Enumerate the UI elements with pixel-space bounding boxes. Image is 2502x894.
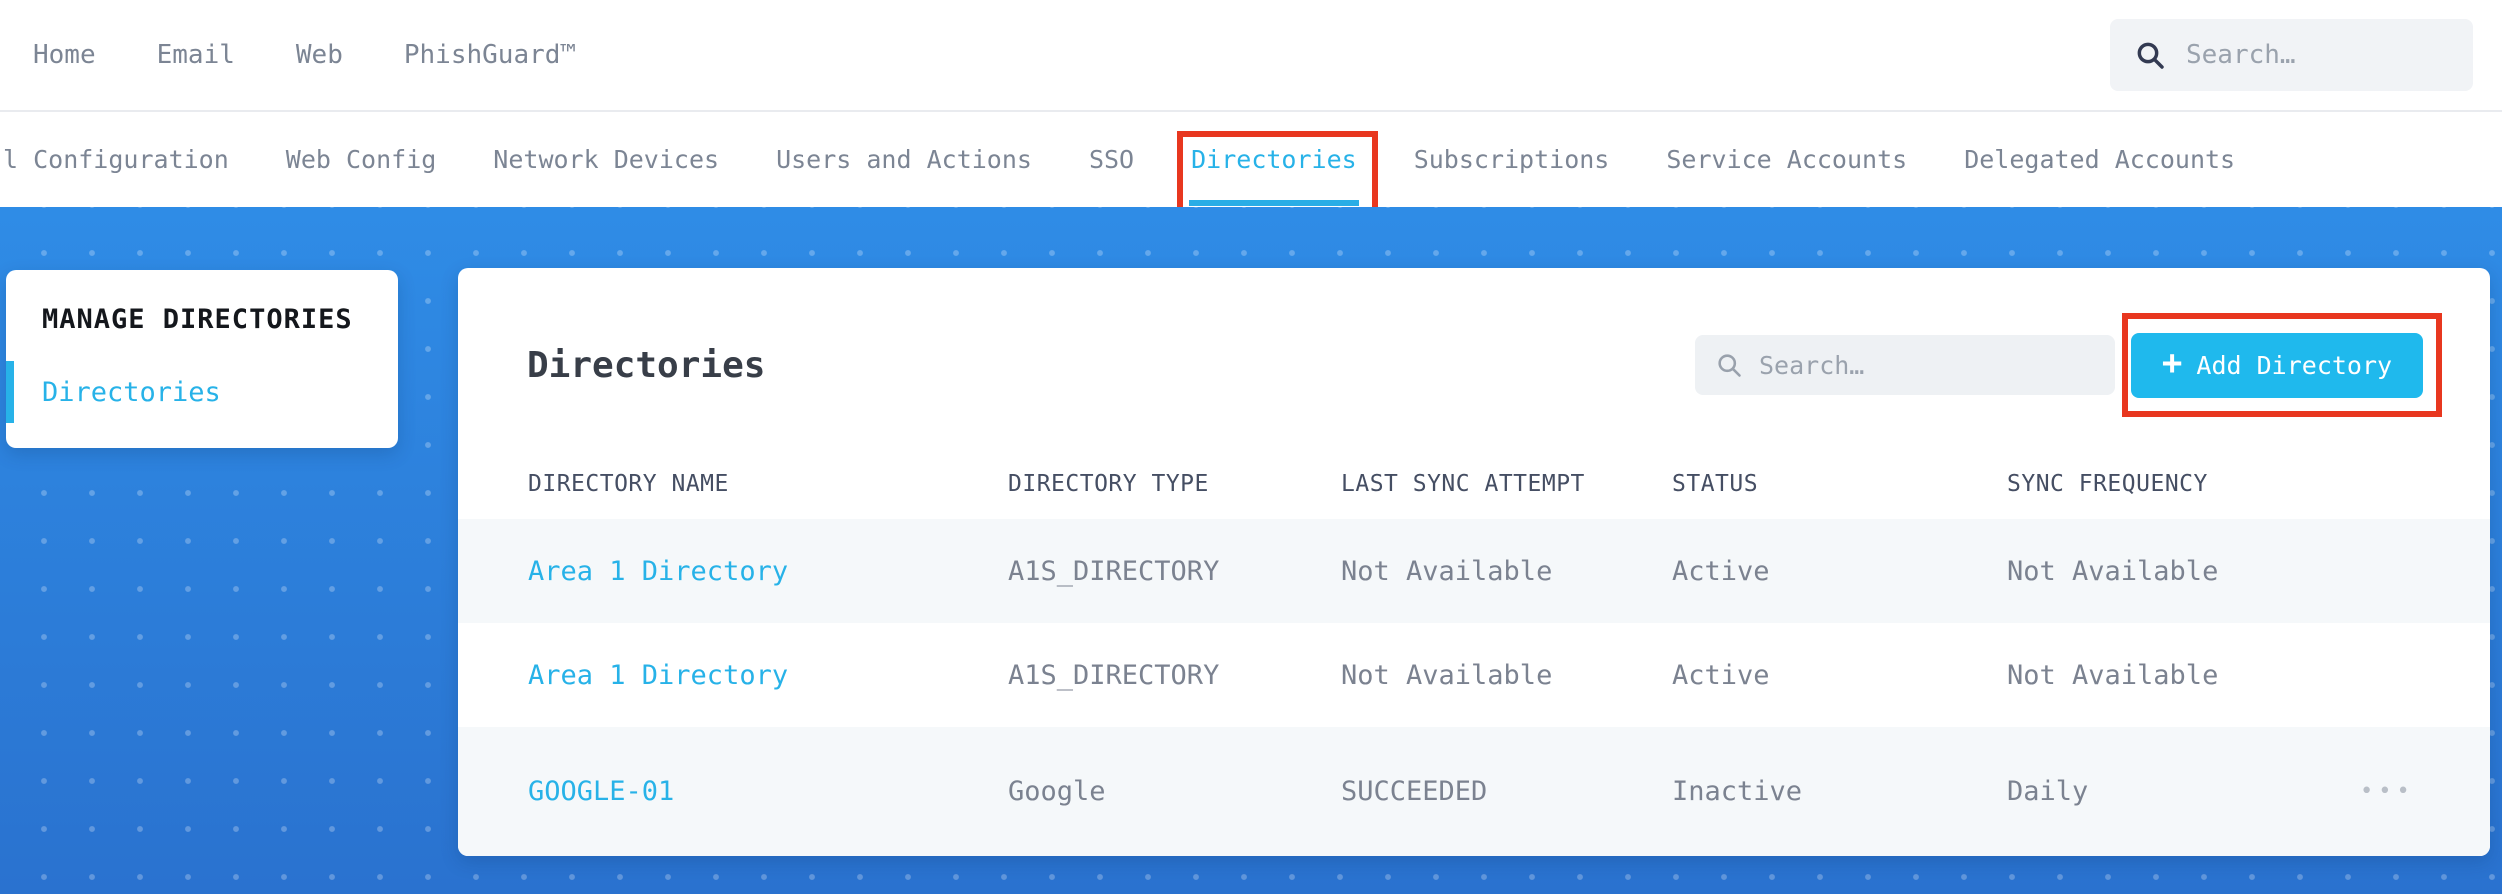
tab-subscriptions[interactable]: Subscriptions — [1414, 112, 1610, 207]
global-search-box[interactable] — [2110, 19, 2473, 91]
column-header-directory-type: DIRECTORY TYPE — [1008, 470, 1209, 497]
nav-item-phishguard[interactable]: PhishGuard™ — [404, 40, 576, 70]
column-header-last-sync-attempt: LAST SYNC ATTEMPT — [1341, 470, 1585, 497]
tab-users-and-actions[interactable]: Users and Actions — [776, 112, 1032, 207]
tab-network-devices[interactable]: Network Devices — [493, 112, 719, 207]
content-background: MANAGE DIRECTORIES Directories Directori… — [0, 207, 2502, 894]
status-cell: Active — [1672, 659, 1770, 691]
last-sync-cell: Not Available — [1341, 555, 1553, 587]
nav-item-email[interactable]: Email — [157, 40, 235, 70]
tab-email-configuration[interactable]: l Configuration — [3, 112, 229, 207]
sync-frequency-cell: Not Available — [2007, 555, 2219, 587]
column-header-status: STATUS — [1672, 470, 1759, 497]
tab-delegated-accounts[interactable]: Delegated Accounts — [1964, 112, 2235, 207]
status-cell: Inactive — [1672, 776, 1803, 807]
last-sync-cell: Not Available — [1341, 659, 1553, 691]
sync-frequency-cell: Daily — [2007, 776, 2089, 807]
panel-header: Directories + Add Directory — [458, 268, 2490, 448]
sidebar-item-directories[interactable]: Directories — [6, 361, 398, 423]
primary-nav: Home Email Web PhishGuard™ — [33, 40, 576, 70]
directory-type-cell: A1S_DIRECTORY — [1008, 659, 1220, 691]
manage-directories-card: MANAGE DIRECTORIES Directories — [6, 270, 398, 448]
search-icon — [2137, 42, 2164, 69]
top-bar: Home Email Web PhishGuard™ — [0, 0, 2502, 112]
table-row: Area 1 Directory A1S_DIRECTORY Not Avail… — [458, 623, 2490, 727]
directory-name-link[interactable]: GOOGLE-01 — [528, 776, 1008, 807]
add-directory-button[interactable]: + Add Directory — [2131, 332, 2423, 398]
nav-item-web[interactable]: Web — [296, 40, 343, 70]
page-title: Directories — [527, 344, 766, 386]
directory-type-cell: Google — [1008, 776, 1106, 807]
column-header-directory-name: DIRECTORY NAME — [528, 470, 729, 497]
directory-name-link[interactable]: Area 1 Directory — [528, 556, 1008, 587]
last-sync-cell: SUCCEEDED — [1341, 776, 1488, 807]
add-directory-button-wrap: + Add Directory — [2122, 312, 2442, 417]
tab-sso[interactable]: SSO — [1089, 112, 1134, 207]
column-header-sync-frequency: SYNC FREQUENCY — [2007, 470, 2208, 497]
tab-web-config[interactable]: Web Config — [286, 112, 437, 207]
status-cell: Active — [1672, 555, 1770, 587]
plus-icon: + — [2161, 343, 2183, 383]
directories-panel: Directories + Add Directory DIRECTORY NA… — [458, 268, 2490, 856]
nav-item-home[interactable]: Home — [33, 40, 96, 70]
table-header: DIRECTORY NAME DIRECTORY TYPE LAST SYNC … — [458, 448, 2490, 519]
table-row: Area 1 Directory A1S_DIRECTORY Not Avail… — [458, 519, 2490, 623]
tab-service-accounts[interactable]: Service Accounts — [1666, 112, 1907, 207]
directory-type-cell: A1S_DIRECTORY — [1008, 555, 1220, 587]
card-title: MANAGE DIRECTORIES — [42, 304, 353, 335]
sync-frequency-cell: Not Available — [2007, 659, 2219, 691]
directory-name-link[interactable]: Area 1 Directory — [528, 660, 1008, 691]
more-menu-icon[interactable]: ••• — [2360, 780, 2490, 803]
tab-directories[interactable]: Directories — [1177, 112, 1378, 224]
global-search-input[interactable] — [2186, 40, 2449, 70]
search-icon — [1718, 354, 1741, 377]
directories-search-box[interactable] — [1695, 335, 2115, 395]
active-tab-underline — [1189, 200, 1359, 206]
directories-search-input[interactable] — [1759, 350, 2095, 380]
settings-tab-bar: l Configuration Web Config Network Devic… — [0, 112, 2502, 224]
table-row: GOOGLE-01 Google SUCCEEDED Inactive Dail… — [458, 727, 2490, 856]
